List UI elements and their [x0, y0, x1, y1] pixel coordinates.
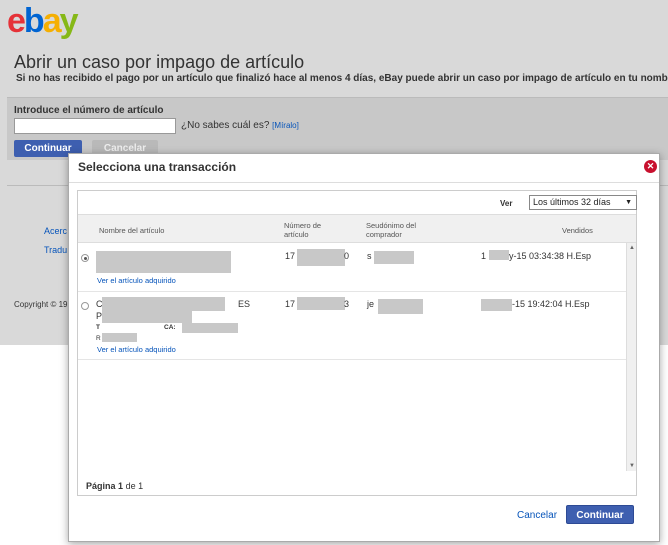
- item-number-tail: 3: [344, 299, 350, 309]
- redacted-sold-date: [481, 299, 512, 311]
- table-scrollbar[interactable]: ▲ ▼: [626, 243, 636, 471]
- redacted-item-name-line2: [102, 311, 192, 323]
- modal-divider: [69, 182, 659, 183]
- close-icon[interactable]: ✕: [644, 160, 657, 173]
- total-pages: 1: [138, 481, 144, 491]
- date-range-select[interactable]: Los últimos 32 días ▼: [529, 195, 637, 210]
- filter-label: Ver: [500, 199, 513, 208]
- item-number-input[interactable]: [14, 118, 176, 134]
- item-name-line4: R: [96, 335, 101, 342]
- page-subtitle: Si no has recibido el pago por un artícu…: [16, 73, 668, 84]
- select-transaction-modal: Selecciona una transacción ✕ Ver Los últ…: [68, 153, 660, 542]
- item-name-tail: ES: [238, 299, 251, 309]
- redacted-buyer-id: [374, 251, 414, 264]
- item-number: 17: [285, 251, 296, 261]
- redacted-item-number: [297, 249, 345, 266]
- column-buyer: Seudónimo del comprador: [366, 221, 417, 239]
- table-row[interactable]: Ver el artículo adquirido 17 0 s 1 y-15 …: [78, 243, 626, 292]
- view-item-link[interactable]: Ver el artículo adquirido: [97, 276, 176, 285]
- footer-link-translate[interactable]: Tradu: [44, 245, 67, 255]
- chevron-down-icon: ▼: [625, 199, 632, 206]
- item-number-tail: 0: [344, 251, 350, 261]
- column-item-number: Número de artículo: [284, 221, 322, 239]
- current-page: 1: [118, 481, 124, 491]
- column-item-name: Nombre del artículo: [99, 226, 165, 235]
- help-text: ¿No sabes cuál es? [Míralo]: [181, 120, 299, 131]
- scroll-up-icon[interactable]: ▲: [629, 245, 635, 251]
- table-header: Nombre del artículo Número de artículo S…: [78, 214, 636, 243]
- row-radio[interactable]: [81, 302, 89, 310]
- view-item-link[interactable]: Ver el artículo adquirido: [97, 345, 176, 354]
- redacted-item-number: [297, 297, 345, 310]
- cancel-link[interactable]: Cancelar: [517, 510, 557, 521]
- sold-date-prefix: 1: [481, 251, 487, 261]
- table-row[interactable]: C ES P T CA: R Ver el artículo adquirido…: [78, 292, 626, 360]
- buyer-id: je: [367, 299, 375, 309]
- pagination: Página 1 de 1: [86, 481, 144, 491]
- modal-title: Selecciona una transacción: [78, 160, 237, 174]
- redacted-tracking: [182, 323, 238, 333]
- redacted-item-name: [96, 251, 231, 273]
- scroll-down-icon[interactable]: ▼: [629, 463, 635, 469]
- buyer-id: s: [367, 251, 372, 261]
- help-link-bracket-close: ]: [296, 121, 299, 130]
- page-title: Abrir un caso por impago de artículo: [14, 52, 305, 72]
- sold-date: y-15 03:34:38 H.Esp: [509, 251, 592, 261]
- item-name-line3-mid: CA:: [164, 324, 176, 331]
- row-radio-selected[interactable]: [81, 254, 89, 262]
- item-name-line3: T: [96, 324, 100, 331]
- date-range-value: Los últimos 32 días: [533, 197, 611, 207]
- miralo-link[interactable]: Míralo: [274, 121, 296, 130]
- item-number-label: Introduce el número de artículo: [14, 105, 164, 116]
- item-number: 17: [285, 299, 296, 309]
- redacted-item-name: [102, 297, 225, 311]
- sold-date: -15 19:42:04 H.Esp: [512, 299, 590, 309]
- ebay-logo[interactable]: ebay: [7, 2, 79, 41]
- redacted-sold-date: [489, 250, 509, 260]
- redacted-buyer-id: [378, 299, 423, 314]
- copyright-text: Copyright © 19: [14, 300, 68, 309]
- redacted-item-name-line4: [102, 333, 137, 342]
- continue-button[interactable]: Continuar: [566, 505, 634, 524]
- column-sold: Vendidos: [562, 226, 593, 235]
- footer-link-about[interactable]: Acerc: [44, 226, 67, 236]
